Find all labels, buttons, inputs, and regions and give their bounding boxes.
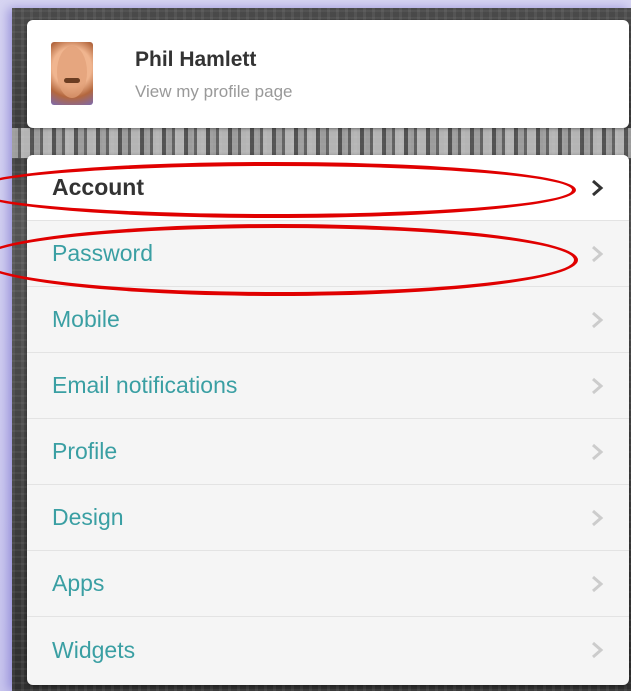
menu-item-label: Password [52,240,153,266]
menu-item-profile[interactable]: Profile [27,419,629,485]
chevron-right-icon [592,179,604,196]
avatar-mustache [64,78,80,83]
menu-item-label: Apps [52,570,105,596]
view-profile-link[interactable]: View my profile page [135,82,293,102]
menu-item-label: Profile [52,438,118,464]
chevron-right-icon [592,311,604,328]
chevron-right-icon [592,245,604,262]
settings-menu: Account Password Mobile Email notificati… [27,155,629,685]
menu-item-email-notifications[interactable]: Email notifications [27,353,629,419]
menu-item-password[interactable]: Password [27,221,629,287]
chevron-right-icon [592,443,604,460]
menu-item-account[interactable]: Account [27,155,629,221]
menu-item-apps[interactable]: Apps [27,551,629,617]
chevron-right-icon [592,641,604,659]
background-strip [12,128,631,158]
chevron-right-icon [592,377,604,394]
avatar-face [57,46,87,98]
menu-item-label: Widgets [52,636,136,663]
menu-item-label: Account [52,174,144,200]
chevron-right-icon [592,575,604,592]
menu-item-label: Design [52,504,124,530]
profile-card[interactable]: Phil Hamlett View my profile page [27,20,629,128]
menu-item-widgets[interactable]: Widgets [27,617,629,683]
menu-item-design[interactable]: Design [27,485,629,551]
menu-item-mobile[interactable]: Mobile [27,287,629,353]
profile-name[interactable]: Phil Hamlett [135,48,256,72]
avatar[interactable] [51,42,93,105]
menu-item-label: Mobile [52,306,120,332]
menu-item-label: Email notifications [52,372,238,398]
chevron-right-icon [592,509,604,526]
